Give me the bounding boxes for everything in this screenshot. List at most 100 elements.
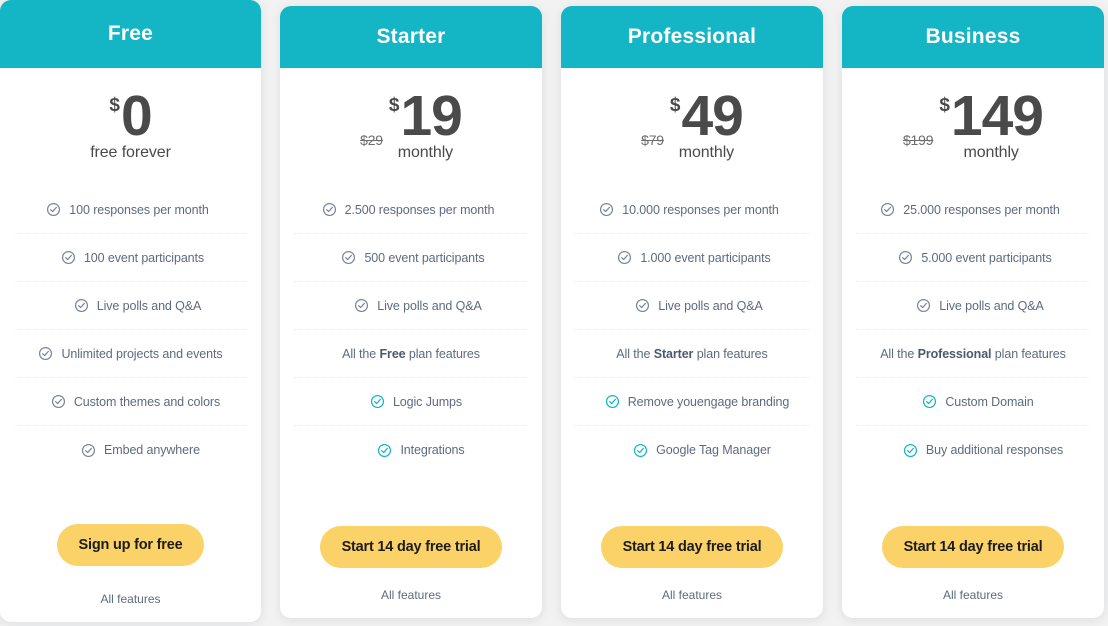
feature-label: Live polls and Q&A [939, 298, 1044, 313]
check-circle-icon [916, 298, 931, 313]
feature-label: All the Professional plan features [880, 347, 1066, 361]
pricing-card-professional: Professional $79 $49 monthly 10.000 response… [561, 6, 823, 618]
feature-row: 10.000 responses per month [575, 186, 809, 234]
feature-label-plan-name: Free [379, 346, 406, 361]
price-block: $79 $49 monthly [573, 68, 811, 186]
check-circle-icon [51, 394, 66, 409]
feature-row: Embed anywhere [14, 426, 247, 474]
check-circle-icon [377, 443, 392, 458]
currency-symbol: $ [669, 95, 681, 116]
card-body: $0 free forever 100 responses per month 100… [0, 68, 261, 622]
feature-list: 25.000 responses per month 5.000 event pa… [854, 186, 1092, 526]
feature-row: 5.000 event participants [856, 234, 1090, 282]
check-circle-icon [898, 250, 913, 265]
card-body: $199 $149 monthly 25.000 responses per mont… [842, 68, 1104, 618]
plan-cta-button[interactable]: Start 14 day free trial [600, 526, 784, 568]
billing-period: free forever [90, 144, 171, 162]
feature-row-inherited: All the Free plan features [294, 330, 528, 378]
feature-label-suffix: plan features [405, 346, 480, 361]
card-footer: Start 14 day free trial All features [292, 526, 530, 618]
price-block: $199 $149 monthly [854, 68, 1092, 186]
all-features-link[interactable]: All features [943, 588, 1003, 602]
feature-row: Buy additional responses [856, 426, 1090, 474]
feature-row: 25.000 responses per month [856, 186, 1090, 234]
card-footer: Start 14 day free trial All features [854, 526, 1092, 618]
billing-period: monthly [678, 144, 735, 162]
currency-symbol: $ [939, 95, 950, 116]
feature-row: Custom themes and colors [14, 378, 247, 426]
feature-label: Embed anywhere [104, 443, 200, 457]
feature-label: Remove youengage branding [627, 394, 790, 409]
check-circle-icon [635, 298, 650, 313]
feature-label: 25.000 responses per month [903, 202, 1060, 217]
check-circle-icon [61, 250, 76, 265]
all-features-link[interactable]: All features [100, 592, 160, 606]
feature-row: Custom Domain [856, 378, 1090, 426]
price-block: $0 free forever [12, 68, 249, 186]
check-circle-icon [605, 394, 620, 409]
feature-label-prefix: All the [616, 346, 654, 361]
feature-row: Live polls and Q&A [14, 282, 247, 330]
plan-title: Starter [280, 6, 542, 68]
plan-title: Professional [561, 6, 823, 68]
feature-label: 5.000 event participants [921, 250, 1052, 265]
feature-label: Live polls and Q&A [658, 298, 763, 313]
check-circle-icon [922, 394, 937, 409]
plan-title: Free [0, 0, 261, 68]
check-circle-icon [38, 346, 53, 361]
feature-row: 1.000 event participants [575, 234, 809, 282]
feature-row-inherited: All the Professional plan features [856, 330, 1090, 378]
all-features-link[interactable]: All features [662, 588, 722, 602]
feature-label-plan-name: Professional [917, 346, 992, 361]
check-circle-icon [903, 443, 918, 458]
check-circle-icon [74, 298, 89, 313]
original-price: $79 [641, 132, 664, 149]
feature-list: 10.000 responses per month 1.000 event pa… [573, 186, 811, 526]
pricing-plans-grid: Free $0 free forever 100 responses per mont… [0, 0, 1108, 626]
pricing-card-free: Free $0 free forever 100 responses per mont… [0, 0, 261, 622]
feature-label: Live polls and Q&A [377, 298, 482, 313]
feature-row: 100 responses per month [14, 186, 247, 234]
feature-list: 100 responses per month 100 event partici… [12, 186, 249, 524]
feature-label: 2.500 responses per month [344, 202, 495, 217]
feature-label: 100 responses per month [69, 202, 209, 217]
currency-symbol: $ [388, 95, 400, 116]
feature-label: Buy additional responses [925, 443, 1064, 457]
check-circle-icon [880, 202, 895, 217]
currency-symbol: $ [109, 95, 120, 116]
feature-row: Logic Jumps [294, 378, 528, 426]
feature-label: All the Free plan features [342, 347, 480, 361]
billing-period: monthly [397, 144, 454, 162]
check-circle-icon [46, 202, 61, 217]
check-circle-icon [633, 443, 648, 458]
plan-cta-button[interactable]: Start 14 day free trial [319, 526, 503, 568]
feature-label: 1.000 event participants [640, 250, 771, 265]
feature-label: Logic Jumps [392, 394, 463, 409]
feature-label-prefix: All the [880, 346, 918, 361]
pricing-card-starter: Starter $29 $19 monthly 2.500 responses per … [280, 6, 542, 618]
check-circle-icon [322, 202, 337, 217]
feature-label: 10.000 responses per month [622, 202, 779, 217]
feature-label: 500 event participants [364, 250, 485, 265]
feature-row: Live polls and Q&A [294, 282, 528, 330]
price-amount: 49 [681, 84, 743, 148]
feature-label: Unlimited projects and events [61, 346, 223, 361]
price-amount: 149 [950, 84, 1044, 148]
check-circle-icon [354, 298, 369, 313]
feature-row: 2.500 responses per month [294, 186, 528, 234]
feature-row: Live polls and Q&A [856, 282, 1090, 330]
feature-row: Integrations [294, 426, 528, 474]
original-price: $29 [360, 132, 383, 149]
billing-period: monthly [963, 144, 1019, 162]
card-footer: Sign up for free All features [12, 524, 249, 622]
check-circle-icon [599, 202, 614, 217]
plan-cta-button[interactable]: Start 14 day free trial [881, 526, 1065, 568]
plan-cta-button[interactable]: Sign up for free [56, 524, 205, 566]
price-amount: 0 [120, 84, 153, 148]
pricing-card-business: Business $199 $149 monthly 25.000 responses … [842, 6, 1104, 618]
all-features-link[interactable]: All features [381, 588, 441, 602]
plan-title: Business [842, 6, 1104, 68]
feature-label-prefix: All the [342, 346, 380, 361]
original-price: $199 [902, 132, 934, 149]
feature-row: 500 event participants [294, 234, 528, 282]
